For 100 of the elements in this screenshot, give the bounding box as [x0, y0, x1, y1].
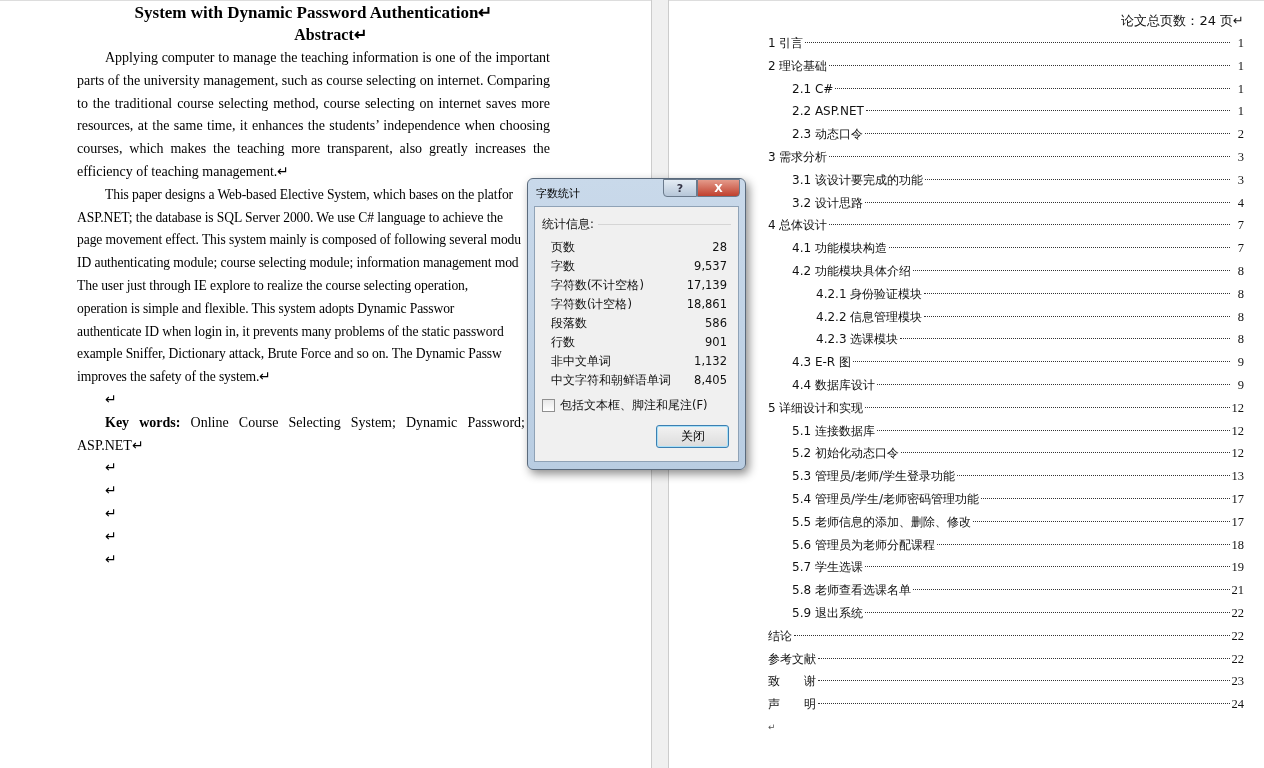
- checkbox-label: 包括文本框、脚注和尾注(F): [560, 397, 708, 413]
- toc-entry[interactable]: 4.3 E-R 图: [792, 351, 851, 374]
- page-number: 8: [1236, 308, 1244, 326]
- text-line: Applying computer to manage the teaching information is one of the important: [105, 49, 550, 67]
- checkbox[interactable]: [542, 398, 555, 412]
- text-line: ID authenticating module; course selecting module; information management mod: [77, 255, 519, 271]
- page-number: 8: [1236, 331, 1244, 349]
- page-number: 1: [1236, 103, 1244, 121]
- stat-value: 901: [705, 334, 727, 351]
- text-line: example Sniffer, Dictionary attack, Brute Force and so on. The Dynamic Passw: [77, 346, 502, 362]
- text-line: efficiency of teaching management.↵: [77, 164, 290, 179]
- stat-label: 段落数: [551, 315, 587, 332]
- toc-entry[interactable]: 5.3 管理员/老师/学生登录功能: [792, 465, 955, 488]
- close-dialog-button[interactable]: 关闭: [656, 425, 729, 448]
- page-number: 18: [1231, 536, 1244, 554]
- stat-label: 中文字符和朝鲜语单词: [551, 372, 671, 389]
- page-number: 1: [1236, 57, 1244, 75]
- toc-entry[interactable]: 2 理论基础: [768, 54, 828, 78]
- toc-entry[interactable]: 5.8 老师查看选课名单: [792, 579, 911, 602]
- page-count-text: 论文总页数：24 页↵: [1121, 13, 1244, 28]
- toc-entry[interactable]: 2.3 动态口令: [792, 123, 863, 146]
- text-line: ASP.NET; the database is SQL Server 2000. We use C# language to achieve the: [77, 209, 503, 225]
- page-number: 17: [1231, 513, 1244, 531]
- page-number: 12: [1231, 445, 1244, 463]
- toc-entry[interactable]: 4.2.3 选课模块: [816, 328, 899, 352]
- paragraph-mark: ↵: [768, 721, 776, 732]
- page-number: 13: [1231, 468, 1244, 486]
- page-number: 22: [1231, 627, 1244, 645]
- page-number: 12: [1231, 399, 1244, 417]
- toc-entry[interactable]: 4.2.1 身份验证模块: [816, 282, 923, 306]
- page-number: 1: [1236, 35, 1244, 52]
- toc-entry[interactable]: 致 谢: [768, 670, 816, 694]
- abstract-heading: Abstract↵: [293, 25, 368, 45]
- text-line: The user just through IE explore to realize the course selecting operation,: [77, 277, 469, 293]
- text-line: ↵: [105, 460, 117, 476]
- toc-entry[interactable]: 4.2.2 信息管理模块: [816, 305, 923, 329]
- page-number: 22: [1231, 604, 1244, 622]
- text-line: improves the safety of the system.↵: [77, 369, 272, 385]
- text-line: to the traditional course selecting method, course selecting on internet saves more: [77, 94, 550, 113]
- toc-entry[interactable]: 4.2 功能模块具体介绍: [792, 259, 911, 283]
- page-number: 24: [1231, 696, 1244, 714]
- toc-entry[interactable]: 2.1 C#: [792, 77, 834, 101]
- stat-label: 字符数(计空格): [551, 296, 632, 313]
- page-number: 17: [1231, 490, 1244, 508]
- stat-value: 1,132: [694, 353, 727, 370]
- group-label: 统计信息:: [542, 216, 594, 232]
- page-number: 8: [1236, 285, 1244, 303]
- toc-entry[interactable]: 3 需求分析: [768, 146, 828, 169]
- toc-entry[interactable]: 5.6 管理员为老师分配课程: [792, 533, 935, 557]
- toc-entry[interactable]: 4.1 功能模块构造: [792, 237, 887, 260]
- toc-entry[interactable]: 5.2 初始化动态口令: [792, 442, 899, 466]
- stat-label: 字符数(不计空格): [551, 277, 644, 294]
- stat-value: 586: [705, 315, 727, 332]
- text-line: ↵: [105, 391, 117, 407]
- toc-entry[interactable]: 参考文献: [768, 647, 816, 671]
- text-line: Key words: Online Course Selecting System; Dynamic Password;: [105, 413, 525, 432]
- toc-entry[interactable]: 4 总体设计: [768, 214, 828, 238]
- page-number: 12: [1231, 422, 1244, 440]
- stat-value: 9,537: [694, 258, 727, 275]
- help-button[interactable]: ?: [663, 179, 697, 197]
- stat-value: 18,861: [686, 296, 727, 313]
- page-number: 4: [1236, 194, 1244, 212]
- toc-entry[interactable]: 5.9 退出系统: [792, 601, 863, 625]
- text-line: resources, at the same time, it enhances the students’ independence when choosing: [77, 117, 550, 136]
- page-number: 3: [1236, 149, 1244, 166]
- toc-entry[interactable]: 1 引言: [768, 32, 804, 55]
- dialog-title: 字数统计: [536, 186, 580, 201]
- page-number: 23: [1231, 673, 1244, 691]
- page-number: 22: [1231, 650, 1244, 668]
- toc-entry[interactable]: 3.2 设计思路: [792, 191, 863, 215]
- toc-entry[interactable]: 5.1 连接数据库: [792, 419, 875, 443]
- toc-entry[interactable]: 声 明: [768, 693, 816, 716]
- page-number: 19: [1231, 559, 1244, 577]
- text-line: ↵: [105, 528, 117, 544]
- toc-entry[interactable]: 5.7 学生选课: [792, 556, 863, 580]
- page-number: 9: [1236, 376, 1244, 394]
- text-line: operation is simple and flexible. This system adopts Dynamic Passwor: [77, 300, 455, 316]
- toc-entry[interactable]: 5.4 管理员/学生/老师密码管理功能: [792, 487, 979, 511]
- stat-value: 17,139: [686, 277, 727, 294]
- toc-entry[interactable]: 5.5 老师信息的添加、删除、修改: [792, 510, 971, 534]
- stat-label: 字数: [551, 258, 575, 275]
- toc-entry[interactable]: 5 详细设计和实现: [768, 396, 864, 420]
- toc-entry[interactable]: 3.1 该设计要完成的功能: [792, 168, 923, 192]
- text-line: authenticate ID when login in, it prevents many problems of the static password: [77, 323, 504, 339]
- text-line: parts of the university management, such as course selecting on internet. Comparing: [77, 71, 550, 90]
- text-line: ↵: [105, 483, 117, 499]
- text-line: courses, which makes the teaching more transparent, also greatly increases the: [77, 140, 550, 159]
- toc-entry[interactable]: 2.2 ASP.NET: [792, 100, 864, 124]
- toc-entry[interactable]: 4.4 数据库设计: [792, 373, 875, 397]
- text-line: ↵: [105, 505, 117, 521]
- stat-value: 8,405: [694, 372, 727, 389]
- toc-entry[interactable]: 结论: [768, 624, 792, 648]
- page-number: 21: [1231, 582, 1244, 600]
- text-line: This paper designs a Web-based Elective System, which bases on the platfor: [105, 186, 514, 202]
- page-number: 3: [1236, 171, 1244, 189]
- stat-value: 28: [712, 239, 727, 256]
- text-line: ↵: [105, 551, 117, 567]
- page-number: 8: [1236, 262, 1244, 280]
- page-number: 2: [1236, 126, 1244, 144]
- page-number: 7: [1236, 217, 1244, 235]
